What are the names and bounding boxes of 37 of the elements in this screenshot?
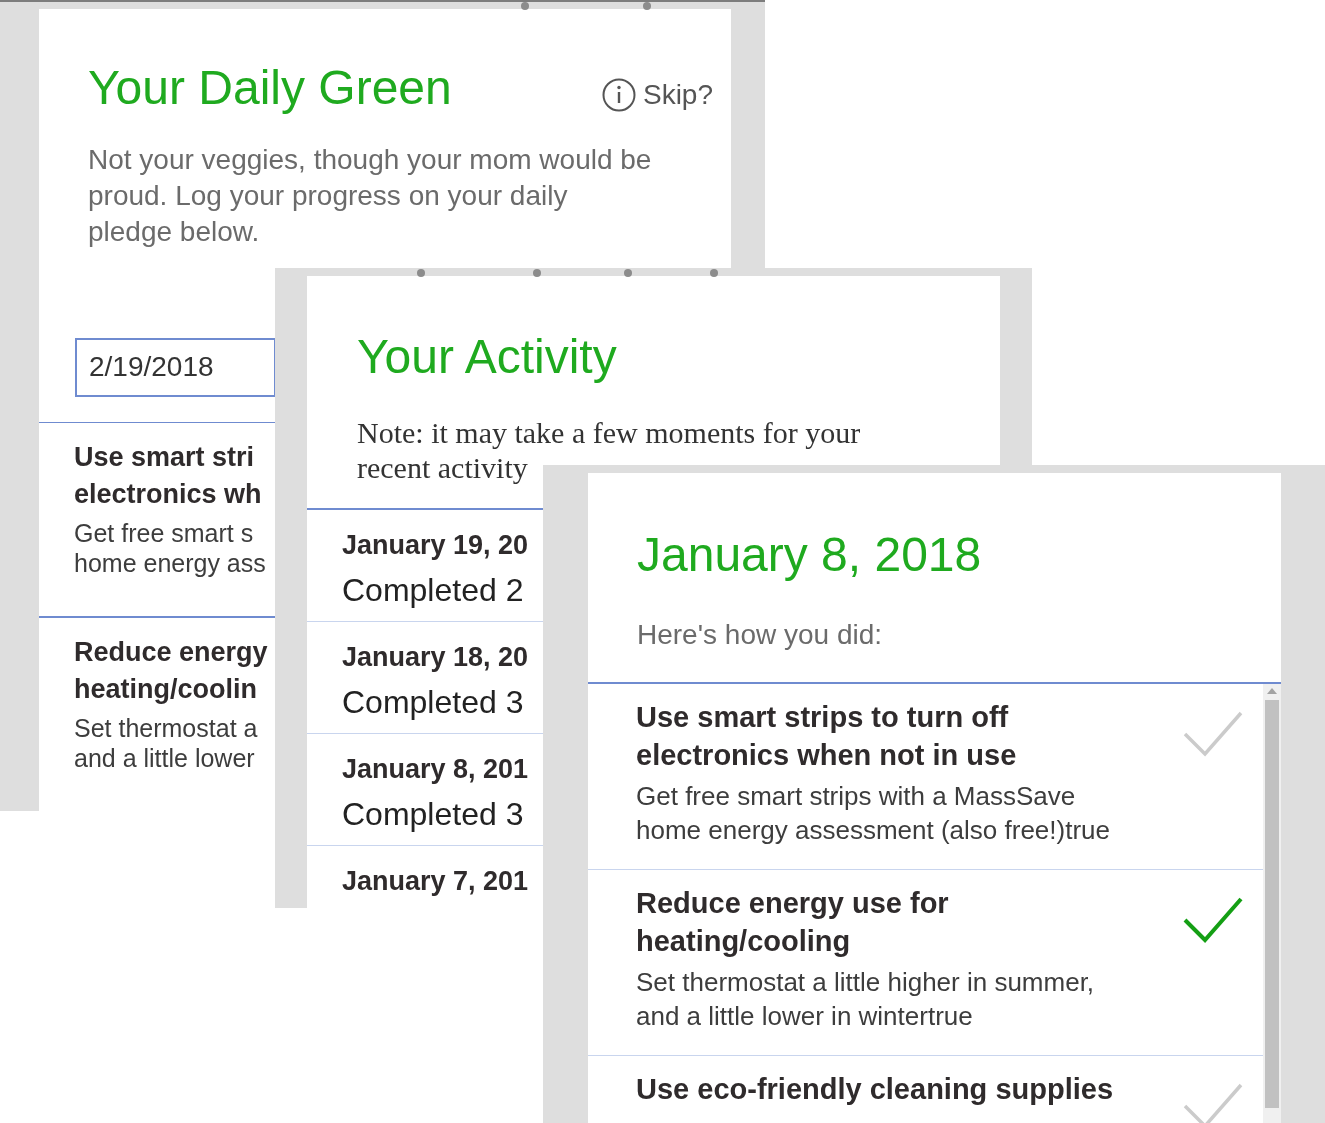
activity-summary: Completed 2 (342, 571, 524, 610)
activity-date[interactable]: January 7, 201 (342, 864, 529, 898)
pledge-title: Reduce energy use for heating/cooling (636, 886, 949, 959)
resize-handle-icon[interactable] (624, 269, 632, 277)
date-field[interactable]: 2/19/2018 (75, 338, 276, 397)
pledge-description: Get free smart s home energy ass (74, 518, 266, 579)
resize-handle-icon[interactable] (710, 269, 718, 277)
activity-date[interactable]: January 19, 20 (342, 528, 529, 562)
note-text: Note: it may take a few moments for your recent activity (357, 415, 861, 485)
pledge-title: Use smart stri electronics wh (74, 441, 262, 512)
page-title: January 8, 2018 (637, 531, 982, 579)
resize-handle-icon[interactable] (533, 269, 541, 277)
activity-date[interactable]: January 8, 201 (342, 752, 529, 786)
subtitle-text: Here's how you did: (637, 618, 883, 652)
activity-date[interactable]: January 18, 20 (342, 640, 529, 674)
scroll-up-icon[interactable] (1267, 688, 1277, 694)
activity-summary: Completed 3 (342, 795, 524, 834)
resize-handle-icon[interactable] (521, 2, 529, 10)
resize-handle-icon[interactable] (643, 2, 651, 10)
resize-handle-icon[interactable] (417, 269, 425, 277)
activity-summary: Completed 3 (342, 683, 524, 722)
pledge-title: Use smart strips to turn off electronics when not in use (636, 700, 1017, 773)
checkmark-icon[interactable] (1183, 1082, 1243, 1123)
pledge-title: Use eco-friendly cleaning supplies (636, 1072, 1114, 1107)
checkmark-icon[interactable] (1183, 896, 1243, 943)
scrollbar-track[interactable] (1263, 684, 1281, 1123)
page-title: Your Daily Green (88, 64, 452, 112)
info-icon (601, 78, 636, 112)
skip-button[interactable]: Skip? (601, 78, 713, 112)
scrollbar-thumb[interactable] (1265, 700, 1279, 1108)
pledge-description: Get free smart strips with a MassSave home energy assessment (also free!)true (636, 780, 1110, 847)
pledge-title: Reduce energy heating/coolin (74, 636, 268, 706)
intro-text: Not your veggies, though your mom would be proud. Log your progress on your daily pledge below. (88, 143, 652, 249)
checkmark-icon[interactable] (1183, 710, 1243, 757)
page-title: Your Activity (357, 333, 617, 381)
pledge-description: Set thermostat a and a little lower (74, 713, 258, 773)
pledge-description: Set thermostat a little higher in summer, and a little lower in wintertrue (636, 966, 1095, 1033)
